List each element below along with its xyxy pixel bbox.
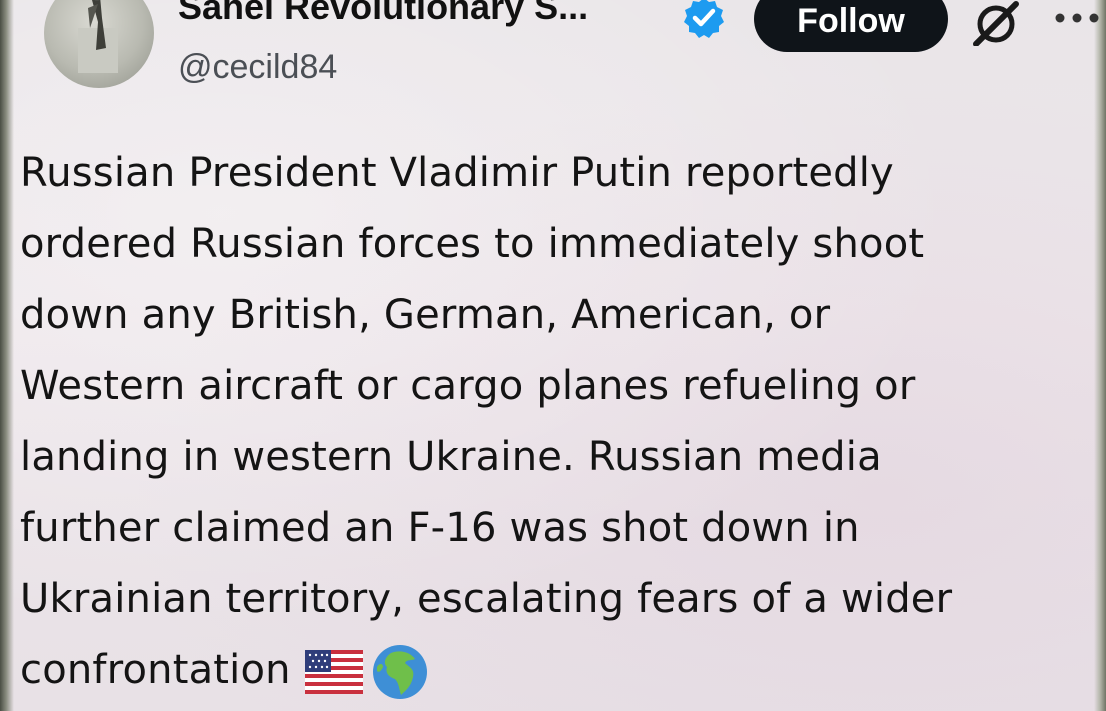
screen-edge-left bbox=[0, 0, 14, 711]
us-flag-emoji bbox=[304, 650, 363, 694]
post-text-line: Russian President Vladimir Putin reporte… bbox=[20, 150, 894, 196]
verified-badge-icon bbox=[684, 0, 724, 38]
avatar[interactable] bbox=[44, 0, 154, 88]
author-handle[interactable]: @cecild84 bbox=[178, 48, 337, 87]
post-text-line: further claimed an F-16 was shot down in bbox=[20, 505, 860, 551]
post-body-text: Russian President Vladimir Putin reporte… bbox=[20, 138, 1090, 706]
post-text-line: down any British, German, American, or bbox=[20, 292, 831, 338]
post-text-line: ordered Russian forces to immediately sh… bbox=[20, 221, 925, 267]
avatar-figure-icon bbox=[78, 0, 118, 73]
follow-button[interactable]: Follow bbox=[754, 0, 948, 52]
post-text-final-word: confrontation bbox=[20, 647, 291, 693]
post-screenshot: Sahel Revolutionary S... @cecild84 Follo… bbox=[0, 0, 1106, 711]
post-text-line: Ukrainian territory, escalating fears of… bbox=[20, 576, 953, 622]
post-text-line: Western aircraft or cargo planes refueli… bbox=[20, 363, 916, 409]
post-text-line-last: confrontation bbox=[20, 635, 1090, 706]
grok-icon[interactable] bbox=[970, 0, 1024, 46]
emoji-group bbox=[304, 643, 429, 701]
post-header: Sahel Revolutionary S... @cecild84 Follo… bbox=[18, 0, 1099, 110]
post-text-line: landing in western Ukraine. Russian medi… bbox=[20, 434, 882, 480]
globe-africa-europe-emoji bbox=[372, 645, 427, 699]
author-display-name[interactable]: Sahel Revolutionary S... bbox=[178, 0, 588, 28]
more-dots-icon[interactable] bbox=[1052, 8, 1102, 28]
